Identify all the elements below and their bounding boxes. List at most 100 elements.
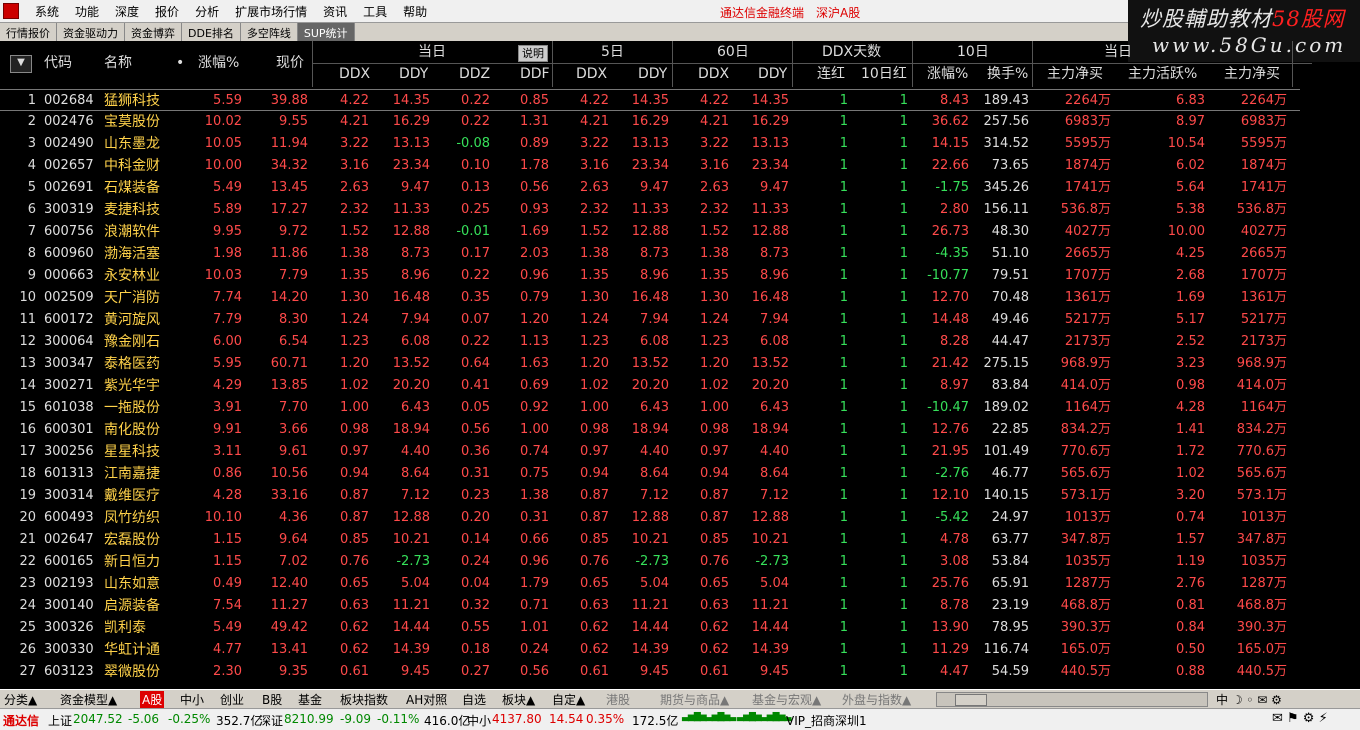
cell-ddy: 9.45 (401, 664, 430, 679)
table-row[interactable]: 1 002684 猛狮科技 5.59 39.88 4.22 14.35 0.22 0.85 4.2… (0, 89, 1300, 111)
cell-ddy: 16.29 (392, 114, 430, 129)
menu-item-7[interactable]: 工具 (355, 3, 395, 20)
table-row[interactable]: 2 002476 宝莫股份 10.02 9.55 4.21 16.29 0.22 1.31 4.2… (0, 111, 1300, 133)
col-ddf[interactable]: DDF (520, 63, 550, 85)
bottom-tab-2[interactable]: A股 (140, 691, 165, 708)
cell-chg10: -4.35 (935, 246, 969, 261)
bottom-tab-3[interactable]: 中小 (180, 691, 204, 708)
table-row[interactable]: 3 002490 山东墨龙 10.05 11.94 3.22 13.13 -0.08 0.89 3… (0, 133, 1300, 155)
bottom-tab-11[interactable]: 自定▲ (552, 691, 585, 708)
table-row[interactable]: 25 300326 凯利泰 5.49 49.42 0.62 14.44 0.55 1.01 0.6… (0, 617, 1300, 639)
col-ddy-5d[interactable]: DDY (638, 63, 667, 85)
table-row[interactable]: 20 600493 凤竹纺织 10.10 4.36 0.87 12.88 0.20 0.31 0.… (0, 507, 1300, 529)
table-row[interactable]: 19 300314 戴维医疗 4.28 33.16 0.87 7.12 0.23 1.38 0.8… (0, 485, 1300, 507)
scrollbar-thumb[interactable] (955, 694, 987, 706)
cell-ddy5: 7.94 (640, 312, 669, 327)
cell-net2: 1287万 (1240, 576, 1287, 591)
menu-item-3[interactable]: 报价 (147, 3, 187, 20)
col-main-net-buy-2[interactable]: 主力净买 (1224, 63, 1280, 85)
cell-net: 1707万 (1064, 268, 1111, 283)
bottom-tab-1[interactable]: 资金模型▲ (60, 691, 117, 708)
tab-2[interactable]: 资金博弈 (125, 23, 182, 41)
cell-price: 11.94 (270, 136, 308, 151)
bottom-tab-5[interactable]: B股 (262, 691, 282, 708)
col-main-active[interactable]: 主力活跃% (1128, 63, 1197, 85)
col-10d-red[interactable]: 10日红 (861, 63, 907, 85)
table-row[interactable]: 17 300256 星星科技 3.11 9.61 0.97 4.40 0.36 0.74 0.97… (0, 441, 1300, 463)
menu-item-4[interactable]: 分析 (187, 3, 227, 20)
bottom-tab-12[interactable]: 港股 (606, 691, 630, 708)
table-row[interactable]: 27 603123 翠微股份 2.30 9.35 0.61 9.45 0.27 0.56 0.61… (0, 661, 1300, 683)
tab-5[interactable]: SUP统计 (297, 23, 355, 41)
bottom-tab-10[interactable]: 板块▲ (502, 691, 535, 708)
tab-3[interactable]: DDE排名 (182, 23, 241, 41)
col-lianhong[interactable]: 连红 (817, 63, 845, 85)
table-row[interactable]: 12 300064 豫金刚石 6.00 6.54 1.23 6.08 0.22 1.13 1.23… (0, 331, 1300, 353)
col-10d-change[interactable]: 涨幅% (927, 63, 968, 85)
bottom-tab-9[interactable]: 自选 (462, 691, 486, 708)
menu-item-2[interactable]: 深度 (107, 3, 147, 20)
explain-button[interactable]: 说明 (518, 45, 548, 62)
col-turnover[interactable]: 换手% (987, 63, 1028, 85)
cell-chg: 5.49 (213, 180, 242, 195)
cell-chg: 3.91 (213, 400, 242, 415)
col-ddy[interactable]: DDY (399, 63, 428, 85)
bottom-tab-7[interactable]: 板块指数 (340, 691, 388, 708)
col-ddz[interactable]: DDZ (459, 63, 490, 85)
sh-value: 2047.52 (73, 712, 123, 726)
table-row[interactable]: 13 300347 泰格医药 5.95 60.71 1.20 13.52 0.64 1.63 1.… (0, 353, 1300, 375)
stock-name: 石煤装备 (104, 180, 160, 196)
tab-0[interactable]: 行情报价 (0, 23, 57, 41)
status-icons[interactable]: ✉ ⚑ ⚙ ⚡ (1272, 711, 1328, 726)
bottom-tab-8[interactable]: AH对照 (406, 691, 447, 708)
col-main-net-buy[interactable]: 主力净买 (1047, 63, 1103, 85)
table-row[interactable]: 26 300330 华虹计通 4.77 13.41 0.62 14.39 0.18 0.24 0.… (0, 639, 1300, 661)
table-row[interactable]: 10 002509 天广消防 7.74 14.20 1.30 16.48 0.35 0.79 1.… (0, 287, 1300, 309)
bottom-tab-4[interactable]: 创业 (220, 691, 244, 708)
bottom-tab-6[interactable]: 基金 (298, 691, 322, 708)
table-row[interactable]: 23 002193 山东如意 0.49 12.40 0.65 5.04 0.04 1.79 0.6… (0, 573, 1300, 595)
table-row[interactable]: 14 300271 紫光华宇 4.29 13.85 1.02 20.20 0.41 0.69 1.… (0, 375, 1300, 397)
table-row[interactable]: 24 300140 启源装备 7.54 11.27 0.63 11.21 0.32 0.71 0.… (0, 595, 1300, 617)
table-row[interactable]: 16 600301 南化股份 9.91 3.66 0.98 18.94 0.56 1.00 0.9… (0, 419, 1300, 441)
menu-item-1[interactable]: 功能 (67, 3, 107, 20)
cell-net2: 536.8万 (1236, 202, 1287, 217)
table-row[interactable]: 18 601313 江南嘉捷 0.86 10.56 0.94 8.64 0.31 0.75 0.9… (0, 463, 1300, 485)
cell-ddx60: 0.76 (700, 554, 729, 569)
tab-1[interactable]: 资金驱动力 (57, 23, 125, 41)
menu-item-0[interactable]: 系统 (27, 3, 67, 20)
menu-item-5[interactable]: 扩展市场行情 (227, 3, 315, 20)
cell-ddf: 1.69 (520, 224, 549, 239)
table-row[interactable]: 8 600960 渤海活塞 1.98 11.86 1.38 8.73 0.17 2.03 1.38… (0, 243, 1300, 265)
horizontal-scrollbar[interactable] (936, 692, 1208, 707)
col-ddy-60d[interactable]: DDY (758, 63, 787, 85)
col-ddx-5d[interactable]: DDX (576, 63, 607, 85)
cell-ddx60: 0.94 (700, 466, 729, 481)
table-row[interactable]: 5 002691 石煤装备 5.49 13.45 2.63 9.47 0.13 0.56 2.63… (0, 177, 1300, 199)
menu-item-8[interactable]: 帮助 (395, 3, 435, 20)
table-row[interactable]: 15 601038 一拖股份 3.91 7.70 1.00 6.43 0.05 0.92 1.00… (0, 397, 1300, 419)
table-row[interactable]: 21 002647 宏磊股份 1.15 9.64 0.85 10.21 0.14 0.66 0.8… (0, 529, 1300, 551)
col-ddx-60d[interactable]: DDX (698, 63, 729, 85)
table-row[interactable]: 4 002657 中科金财 10.00 34.32 3.16 23.34 0.10 1.78 3.… (0, 155, 1300, 177)
cell-ddy60: 14.35 (751, 93, 789, 108)
table-row[interactable]: 7 600756 浪潮软件 9.95 9.72 1.52 12.88 -0.01 1.69 1.5… (0, 221, 1300, 243)
bottom-tab-15[interactable]: 外盘与指数▲ (842, 691, 911, 708)
col-ddx[interactable]: DDX (339, 63, 370, 85)
table-row[interactable]: 11 600172 黄河旋风 7.79 8.30 1.24 7.94 0.07 1.20 1.24… (0, 309, 1300, 331)
table-row[interactable]: 22 600165 新日恒力 1.15 7.02 0.76 -2.73 0.24 0.96 0.7… (0, 551, 1300, 573)
stock-code: 002509 (44, 290, 94, 305)
bottom-tab-14[interactable]: 基金与宏观▲ (752, 691, 821, 708)
bottom-tab-13[interactable]: 期货与商品▲ (660, 691, 729, 708)
cell-h10: 1 (899, 554, 908, 569)
cell-net: 6983万 (1064, 114, 1111, 129)
tab-4[interactable]: 多空阵线 (240, 23, 298, 41)
table-row[interactable]: 6 300319 麦捷科技 5.89 17.27 2.32 11.33 0.25 0.93 2.3… (0, 199, 1300, 221)
bottom-toolbar-icons[interactable]: 中 ☽ ◦ ✉ ⚙ (1216, 691, 1282, 708)
menu-item-6[interactable]: 资讯 (315, 3, 355, 20)
cell-act: 0.84 (1176, 620, 1205, 635)
bottom-tab-0[interactable]: 分类▲ (4, 691, 37, 708)
cell-ddx60: 2.63 (700, 180, 729, 195)
cell-turn: 189.02 (983, 400, 1030, 415)
table-row[interactable]: 9 000663 永安林业 10.03 7.79 1.35 8.96 0.22 0.96 1.35… (0, 265, 1300, 287)
